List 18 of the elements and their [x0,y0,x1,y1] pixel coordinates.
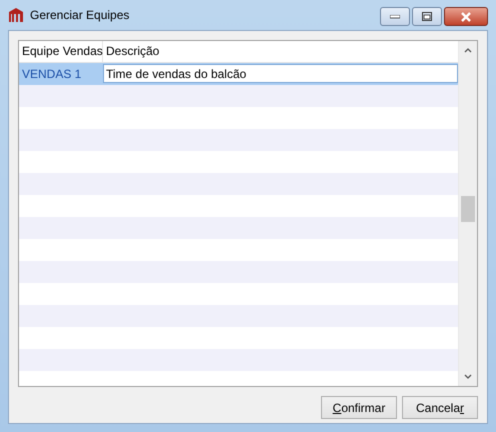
scroll-thumb[interactable] [461,196,475,222]
cell-input[interactable]: Time de vendas do balcão [103,64,458,83]
maximize-icon [422,12,432,21]
scroll-down-icon[interactable] [464,374,472,379]
column-header[interactable]: Equipe Vendas [19,41,103,62]
window-title: Gerenciar Equipes [30,8,130,22]
close-icon [460,12,472,22]
app-logo-icon [8,7,24,23]
vertical-scrollbar[interactable] [458,41,477,386]
confirm-button[interactable]: Confirmar [321,396,397,419]
close-button[interactable] [444,7,488,26]
maximize-button[interactable] [412,7,442,26]
minimize-icon [390,14,400,18]
table-cell-text: VENDAS 1 [21,66,82,83]
cancel-button[interactable]: Cancelar [402,396,478,419]
column-header[interactable]: Descrição [103,41,458,62]
scroll-up-icon[interactable] [464,48,472,53]
minimize-button[interactable] [380,7,410,26]
